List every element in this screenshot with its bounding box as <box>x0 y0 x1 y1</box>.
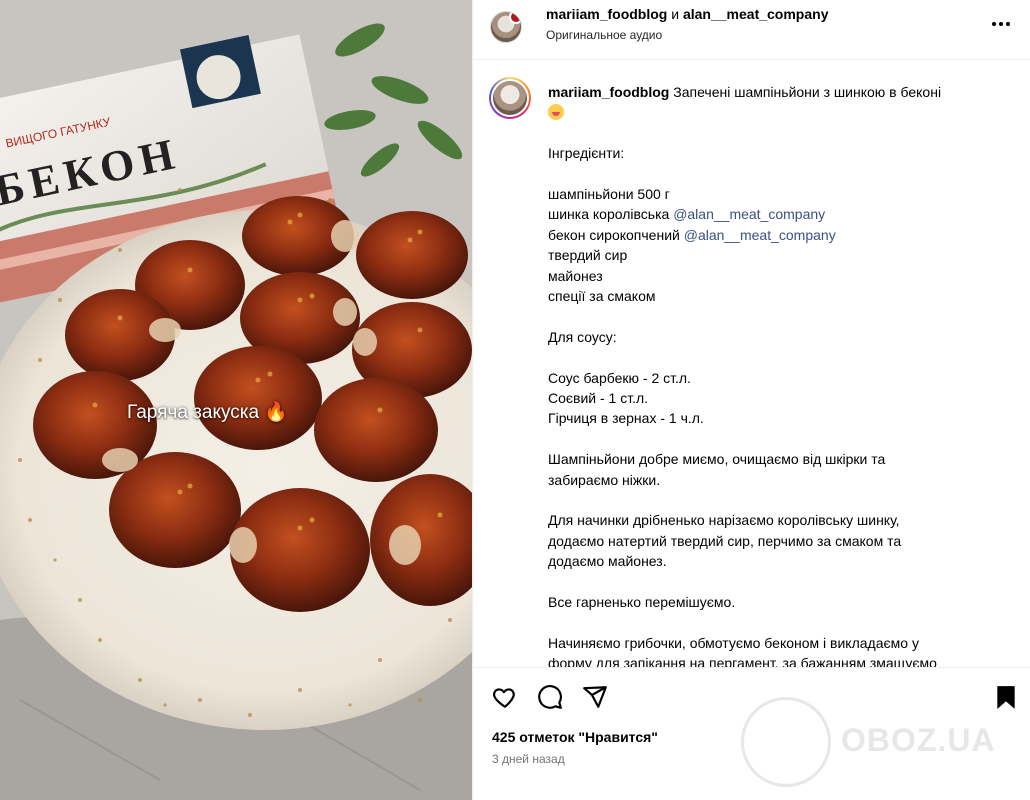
post-authors: mariiam_foodblog и alan__meat_company <box>546 6 829 22</box>
caption-line: майонез <box>548 267 603 284</box>
caption-title: Запечені шампіньйони з шинкою в беконі <box>673 84 942 100</box>
caption-line: бекон сирокопчений @alan__meat_company <box>548 226 836 243</box>
author-avatar[interactable] <box>490 11 522 43</box>
authors-conjunction: и <box>671 6 680 22</box>
save-button[interactable] <box>993 684 1019 710</box>
collab-badge-icon <box>509 12 521 24</box>
caption-line <box>548 572 1008 592</box>
like-button[interactable] <box>492 684 518 710</box>
post-media[interactable]: ВИЩОГО ГАТУНКУ БЕКОН Гаряча закуска 🔥 <box>0 0 472 800</box>
fire-icon: 🔥 <box>264 402 289 423</box>
caption-line: Соєвий - 1 ст.л. <box>548 390 649 407</box>
post-side-panel: mariiam_foodblog и alan__meat_company Ор… <box>472 0 1030 800</box>
caption-line <box>548 612 1008 632</box>
post-header: mariiam_foodblog и alan__meat_company Ор… <box>473 0 1030 60</box>
caption-scroll-area[interactable]: mariiam_foodblog Запечені шампіньйони з … <box>473 61 1030 667</box>
share-button[interactable] <box>582 684 608 710</box>
caption-line <box>548 306 1008 326</box>
mention-link[interactable]: @alan__meat_company <box>673 206 825 222</box>
caption-line: Інгредієнти: <box>548 145 625 162</box>
comment-icon <box>538 685 562 709</box>
caption-line: Для соусу: <box>548 328 617 345</box>
caption-line <box>548 123 1008 143</box>
emoji-icon <box>548 104 564 121</box>
caption-line: Соус барбекю - 2 ст.л. <box>548 369 691 386</box>
caption-author-avatar[interactable] <box>489 77 531 119</box>
mention-link[interactable]: @alan__meat_company <box>684 227 836 243</box>
heart-icon <box>493 688 515 708</box>
caption-line: Для начинки дрібненько нарізаємо королів… <box>548 512 900 529</box>
caption-line: форму для запікання на пергамент, за баж… <box>548 655 937 667</box>
post-caption: mariiam_foodblog Запечені шампіньйони з … <box>548 82 1008 667</box>
caption-line: Начиняємо грибочки, обмотуємо беконом і … <box>548 634 919 651</box>
video-overlay-text: Гаряча закуска 🔥 <box>127 402 289 423</box>
caption-line <box>548 347 1008 367</box>
caption-line: забираємо ніжки. <box>548 471 661 488</box>
audio-link[interactable]: Оригинальное аудио <box>546 28 662 42</box>
share-icon <box>583 686 607 708</box>
caption-line: шампіньйони 500 г <box>548 186 670 202</box>
watermark-text: OBOZ.UA <box>841 722 996 758</box>
caption-username[interactable]: mariiam_foodblog <box>548 84 669 100</box>
caption-line: Гірчиця в зернах - 1 ч.л. <box>548 410 704 427</box>
comment-button[interactable] <box>537 684 563 710</box>
caption-line: Все гарненько перемішуємо. <box>548 594 736 611</box>
post-date[interactable]: 3 дней назад <box>492 752 565 766</box>
coauthor-link[interactable]: alan__meat_company <box>683 6 829 22</box>
watermark-logo <box>741 697 831 787</box>
caption-line: шинка королівська @alan__meat_company <box>548 206 826 223</box>
caption-line <box>548 429 1008 449</box>
caption-line: спеції за смаком <box>548 288 656 305</box>
author-link[interactable]: mariiam_foodblog <box>546 6 667 22</box>
caption-line: Шампіньйони добре миємо, очищаємо від шк… <box>548 451 886 468</box>
caption-title-line: mariiam_foodblog Запечені шампіньйони з … <box>548 82 1008 102</box>
more-options-button[interactable] <box>989 14 1013 34</box>
caption-line <box>548 164 1008 184</box>
more-dots-icon <box>992 22 996 26</box>
caption-line: додаємо натертий твердий сир, перчимо за… <box>548 532 902 549</box>
caption-line: додаємо майонез. <box>548 553 667 570</box>
caption-line <box>548 490 1008 510</box>
bookmark-icon <box>997 686 1015 709</box>
caption-line: твердий сир <box>548 247 628 264</box>
likes-count[interactable]: 425 отметок "Нравится" <box>492 729 658 745</box>
